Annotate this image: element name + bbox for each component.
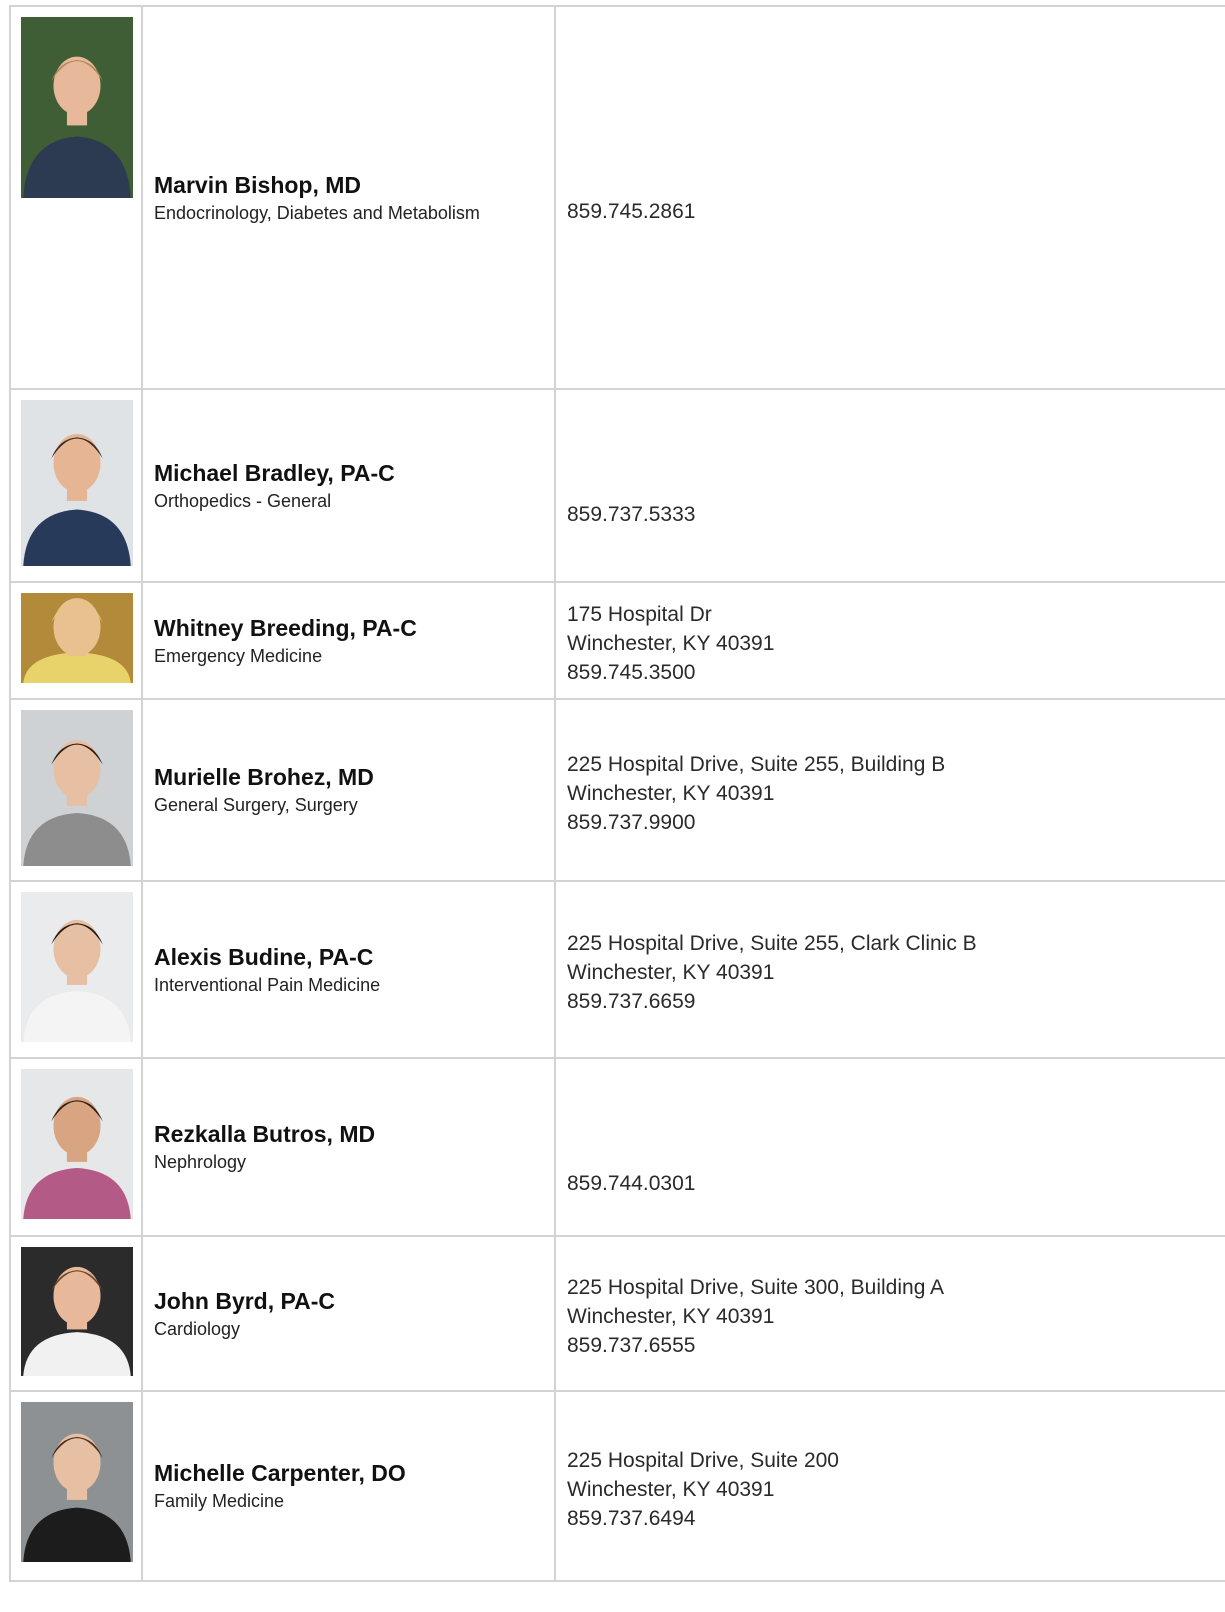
address-line-2: Winchester, KY 40391 bbox=[567, 632, 775, 655]
provider-specialty: Endocrinology, Diabetes and Metabolism bbox=[154, 202, 480, 223]
provider-contact-cell: 859.737.5333 bbox=[554, 390, 1225, 581]
provider-specialty: Orthopedics - General bbox=[154, 490, 332, 511]
provider-photo-cell bbox=[9, 700, 141, 880]
provider-name[interactable]: Rezkalla Butros, MD bbox=[154, 1119, 554, 1149]
provider-specialty: Cardiology bbox=[154, 1318, 241, 1339]
provider-name[interactable]: Murielle Brohez, MD bbox=[154, 762, 554, 792]
provider-specialty: Nephrology bbox=[154, 1152, 247, 1172]
provider-contact-cell: 225 Hospital Drive, Suite 300, Building … bbox=[554, 1237, 1225, 1390]
provider-row: Marvin Bishop, MD Endocrinology, Diabete… bbox=[9, 7, 1225, 390]
provider-photo[interactable] bbox=[21, 1069, 133, 1219]
address-line-2: Winchester, KY 40391 bbox=[567, 781, 775, 805]
provider-directory-table: Marvin Bishop, MD Endocrinology, Diabete… bbox=[9, 5, 1225, 1582]
phone-number[interactable]: 859.737.6659 bbox=[567, 987, 1225, 1016]
phone-number[interactable]: 859.745.3500 bbox=[567, 658, 1225, 687]
provider-photo-cell bbox=[9, 390, 141, 581]
provider-contact-cell: 225 Hospital Drive, Suite 255, Clark Cli… bbox=[554, 882, 1225, 1057]
provider-info-cell: Michelle Carpenter, DO Family Medicine bbox=[141, 1392, 554, 1580]
provider-photo[interactable] bbox=[21, 892, 133, 1042]
provider-photo-cell bbox=[9, 7, 141, 388]
provider-name[interactable]: John Byrd, PA-C bbox=[154, 1286, 554, 1316]
address-line-1: 175 Hospital Dr bbox=[567, 603, 712, 626]
provider-name[interactable]: Marvin Bishop, MD bbox=[154, 170, 554, 200]
provider-photo[interactable] bbox=[21, 17, 133, 198]
phone-number[interactable]: 859.745.2861 bbox=[567, 197, 1225, 226]
address-line-1: 225 Hospital Drive, Suite 255, Clark Cli… bbox=[567, 932, 977, 955]
provider-specialty: Family Medicine bbox=[154, 1491, 285, 1511]
provider-row: Michelle Carpenter, DO Family Medicine 2… bbox=[9, 1392, 1225, 1582]
phone-number[interactable]: 859.737.5333 bbox=[567, 500, 1225, 529]
provider-contact-cell: 225 Hospital Drive, Suite 255, Building … bbox=[554, 700, 1225, 880]
provider-name[interactable]: Michael Bradley, PA-C bbox=[154, 458, 554, 488]
address-line-2: Winchester, KY 40391 bbox=[567, 1305, 775, 1328]
provider-contact-cell: 859.744.0301 bbox=[554, 1059, 1225, 1235]
provider-specialty: Emergency Medicine bbox=[154, 645, 323, 666]
provider-name[interactable]: Whitney Breeding, PA-C bbox=[154, 613, 554, 643]
phone-number[interactable]: 859.737.9900 bbox=[567, 808, 1225, 837]
provider-row: Whitney Breeding, PA-C Emergency Medicin… bbox=[9, 583, 1225, 700]
provider-photo-cell bbox=[9, 1237, 141, 1390]
provider-photo-cell bbox=[9, 583, 141, 698]
address-line-1: 225 Hospital Drive, Suite 255, Building … bbox=[567, 752, 946, 776]
provider-contact-cell: 175 Hospital Dr Winchester, KY 40391 859… bbox=[554, 583, 1225, 698]
provider-row: Alexis Budine, PA-C Interventional Pain … bbox=[9, 882, 1225, 1059]
provider-info-cell: Marvin Bishop, MD Endocrinology, Diabete… bbox=[141, 7, 554, 388]
provider-info-cell: Alexis Budine, PA-C Interventional Pain … bbox=[141, 882, 554, 1057]
provider-photo[interactable] bbox=[21, 1402, 133, 1562]
provider-photo[interactable] bbox=[21, 710, 133, 866]
phone-number[interactable]: 859.744.0301 bbox=[567, 1169, 1225, 1198]
provider-contact-cell: 225 Hospital Drive, Suite 200 Winchester… bbox=[554, 1392, 1225, 1580]
provider-specialty: Interventional Pain Medicine bbox=[154, 974, 381, 995]
provider-info-cell: Rezkalla Butros, MD Nephrology bbox=[141, 1059, 554, 1235]
address-line-2: Winchester, KY 40391 bbox=[567, 1477, 775, 1501]
provider-photo-cell bbox=[9, 1392, 141, 1580]
provider-info-cell: Murielle Brohez, MD General Surgery, Sur… bbox=[141, 700, 554, 880]
provider-photo-cell bbox=[9, 882, 141, 1057]
provider-photo[interactable] bbox=[21, 593, 133, 683]
provider-photo[interactable] bbox=[21, 400, 133, 566]
provider-photo[interactable] bbox=[21, 1247, 133, 1376]
provider-name[interactable]: Michelle Carpenter, DO bbox=[154, 1458, 554, 1488]
provider-info-cell: Michael Bradley, PA-C Orthopedics - Gene… bbox=[141, 390, 554, 581]
provider-photo-cell bbox=[9, 1059, 141, 1235]
provider-contact-cell: 859.745.2861 bbox=[554, 7, 1225, 388]
address-line-1: 225 Hospital Drive, Suite 200 bbox=[567, 1448, 839, 1472]
provider-info-cell: Whitney Breeding, PA-C Emergency Medicin… bbox=[141, 583, 554, 698]
provider-specialty: General Surgery, Surgery bbox=[154, 795, 358, 815]
provider-row: Rezkalla Butros, MD Nephrology 859.744.0… bbox=[9, 1059, 1225, 1237]
provider-name[interactable]: Alexis Budine, PA-C bbox=[154, 942, 554, 972]
phone-number[interactable]: 859.737.6494 bbox=[567, 1504, 1225, 1533]
phone-number[interactable]: 859.737.6555 bbox=[567, 1331, 1225, 1360]
provider-info-cell: John Byrd, PA-C Cardiology bbox=[141, 1237, 554, 1390]
address-line-2: Winchester, KY 40391 bbox=[567, 961, 775, 984]
provider-row: Michael Bradley, PA-C Orthopedics - Gene… bbox=[9, 390, 1225, 583]
address-line-1: 225 Hospital Drive, Suite 300, Building … bbox=[567, 1276, 945, 1299]
provider-row: John Byrd, PA-C Cardiology 225 Hospital … bbox=[9, 1237, 1225, 1392]
provider-row: Murielle Brohez, MD General Surgery, Sur… bbox=[9, 700, 1225, 882]
